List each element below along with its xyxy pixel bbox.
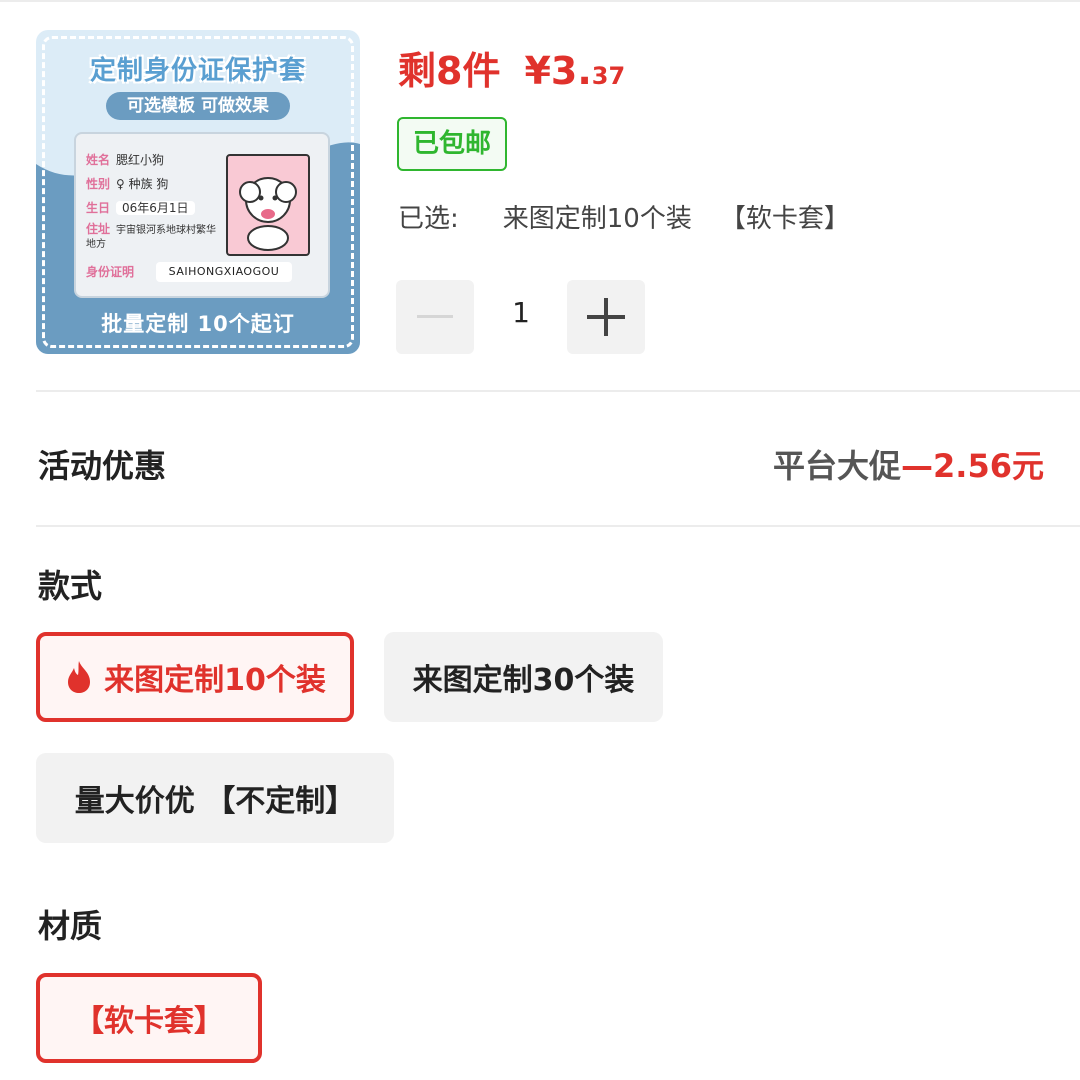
plus-icon — [587, 298, 625, 336]
card-id-key: 身份证明 — [86, 265, 135, 279]
selected-material: 【软卡套】 — [719, 204, 850, 234]
section-divider — [36, 390, 1080, 392]
remaining-stock: 剩8件 — [398, 49, 501, 93]
material-section-label: 材质 — [38, 907, 103, 945]
card-id-value: SAIHONGXIAOGOU — [156, 262, 292, 282]
currency-symbol: ¥ — [524, 49, 551, 93]
quantity-increase-button[interactable] — [567, 280, 645, 354]
free-shipping-badge: 已包邮 — [397, 117, 507, 171]
promotion-label: 活动优惠 — [38, 447, 167, 485]
thumb-bottom-text: 批量定制 10个起订 — [101, 312, 295, 336]
quantity-decrease-button[interactable] — [396, 280, 474, 354]
minus-icon — [417, 315, 453, 318]
section-divider — [36, 525, 1080, 527]
promotion-amount: —2.56元 — [901, 447, 1044, 485]
material-option-soft-card[interactable]: 【软卡套】 — [36, 973, 262, 1063]
style-section-label: 款式 — [38, 567, 103, 605]
price-line: 剩8件 ¥3.37 — [398, 40, 625, 95]
selected-label: 已选: — [398, 204, 459, 234]
style-option-30pack[interactable]: 来图定制30个装 — [384, 632, 663, 722]
id-card-mockup: 姓名 腮红小狗 性别 ♀ 种族 狗 生日 06年6月1日 住址 宇宙银河系地球村繁华地方… — [74, 132, 330, 298]
card-row-name: 姓名 腮红小狗 — [86, 153, 165, 167]
fire-icon — [64, 660, 94, 694]
dog-photo — [226, 154, 310, 256]
product-image[interactable]: 定制身份证保护套 可选模板 可做效果 姓名 腮红小狗 性别 ♀ 种族 狗 生日 06年… — [36, 30, 360, 354]
style-option-10pack[interactable]: 来图定制10个装 — [36, 632, 354, 722]
style-option-bulk[interactable]: 量大价优 【不定制】 — [36, 753, 394, 843]
selected-summary: 已选: 来图定制10个装 【软卡套】 — [398, 198, 850, 235]
thumb-title: 定制身份证保护套 — [89, 56, 306, 86]
selected-style: 来图定制10个装 — [502, 204, 692, 234]
card-row-birthday: 生日 06年6月1日 — [86, 198, 195, 218]
promotion-desc: 平台大促 — [773, 447, 902, 485]
quantity-value[interactable]: 1 — [476, 296, 566, 329]
thumb-subtitle: 可选模板 可做效果 — [106, 92, 290, 120]
card-row-address: 住址 宇宙银河系地球村繁华地方 — [86, 222, 217, 250]
promotion-detail[interactable]: 平台大促—2.56元 — [773, 441, 1044, 487]
top-divider — [0, 0, 1080, 2]
price-decimal: 37 — [591, 62, 626, 90]
card-row-gender: 性别 ♀ 种族 狗 — [86, 177, 169, 191]
price-integer: 3. — [550, 49, 592, 93]
dog-icon — [239, 177, 297, 251]
